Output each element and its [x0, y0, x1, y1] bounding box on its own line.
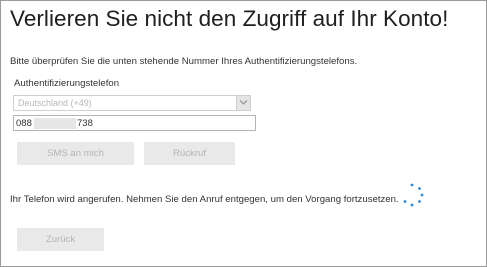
status-message: Ihr Telefon wird angerufen. Nehmen Sie d…	[10, 194, 399, 205]
loading-spinner-icon	[403, 183, 424, 207]
callback-button[interactable]: Rückruf	[144, 142, 235, 165]
country-select-value: Deutschland (+49)	[18, 98, 92, 108]
back-button[interactable]: Zurück	[17, 228, 104, 251]
phone-number-prefix: 088	[16, 118, 32, 129]
page-title: Verlieren Sie nicht den Zugriff auf Ihr …	[10, 6, 449, 31]
phone-field-label: Authentifizierungstelefon	[14, 78, 120, 89]
sms-button[interactable]: SMS an mich	[17, 142, 134, 165]
phone-number-input[interactable]: 088 738	[13, 115, 256, 131]
phone-number-suffix: 738	[77, 118, 93, 129]
country-select-arrow[interactable]	[236, 96, 250, 110]
instruction-text: Bitte überprüfen Sie die unten stehende …	[10, 56, 358, 67]
phone-number-redaction	[34, 118, 76, 129]
chevron-down-icon	[239, 100, 248, 105]
dialog-frame	[0, 0, 487, 267]
country-select[interactable]: Deutschland (+49)	[13, 95, 251, 111]
